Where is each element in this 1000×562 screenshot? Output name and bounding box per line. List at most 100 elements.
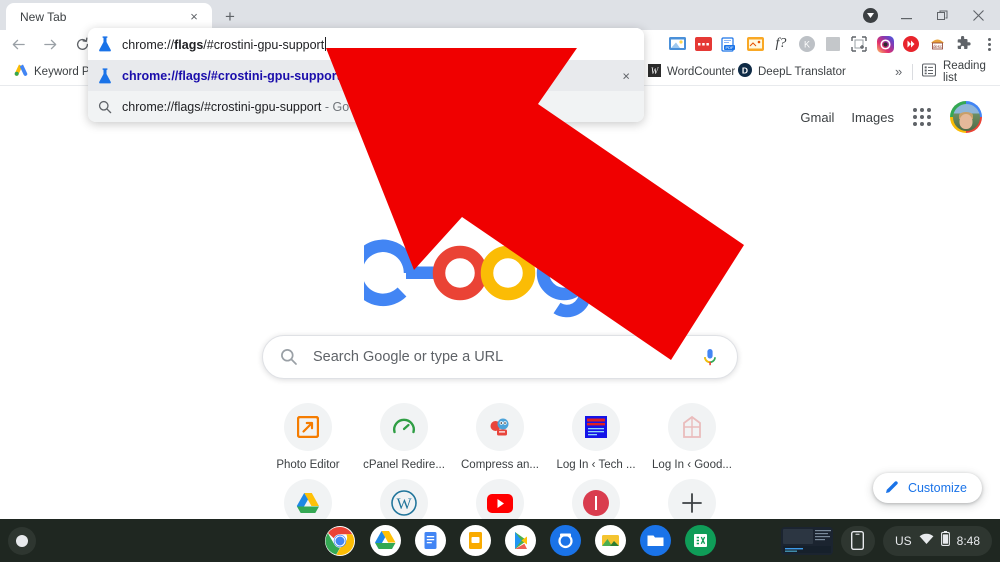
shortcut-label: Log In ‹ Tech ... bbox=[556, 459, 636, 471]
forward-button[interactable] bbox=[36, 30, 64, 58]
omnibox-input-row[interactable]: chrome://flags/#crostini-gpu-support bbox=[88, 28, 644, 60]
tab-strip: New Tab × + bbox=[0, 0, 1000, 30]
status-area[interactable]: US 8:48 bbox=[882, 525, 992, 556]
extension-toolbar: PDF f? K desc bbox=[664, 31, 976, 57]
omnibox-suggestion-row[interactable]: chrome://flags/#crostini-gpu-support × bbox=[88, 60, 644, 91]
google-docs-app-icon[interactable] bbox=[414, 525, 446, 557]
omnibox-suggestion-row[interactable]: chrome://flags/#crostini-gpu-support - G… bbox=[88, 91, 644, 122]
shortcut-tile[interactable]: Log In ‹ Good... bbox=[644, 395, 740, 471]
screencast-extension-icon[interactable] bbox=[664, 31, 690, 57]
minimize-window-button[interactable] bbox=[888, 0, 924, 30]
browser-tab[interactable]: New Tab × bbox=[6, 3, 212, 30]
microphone-icon[interactable] bbox=[701, 347, 719, 367]
search-icon bbox=[88, 100, 122, 114]
window-controls bbox=[852, 0, 996, 30]
camera-app-icon[interactable] bbox=[549, 525, 581, 557]
profile-indicator-button[interactable] bbox=[852, 0, 888, 30]
omnibox-suffix: /#crostini-gpu-support bbox=[203, 37, 325, 52]
shortcut-tile[interactable]: Compress an... bbox=[452, 395, 548, 471]
chevron-down-icon bbox=[862, 7, 878, 23]
maximize-window-button[interactable] bbox=[924, 0, 960, 30]
photo-editor-icon bbox=[284, 403, 332, 451]
dot bbox=[987, 37, 991, 41]
shelf-app-list bbox=[324, 525, 716, 562]
remove-suggestion-icon[interactable]: × bbox=[622, 68, 630, 83]
apps-grid-icon[interactable] bbox=[911, 106, 933, 128]
suggestion-text: chrome://flags/#crostini-gpu-support - G… bbox=[122, 100, 349, 114]
launcher-button[interactable] bbox=[8, 526, 36, 555]
clock-label: 8:48 bbox=[956, 533, 980, 548]
chromeos-desktop: New Tab × + PDF f? K desc Keyword Pla W … bbox=[0, 0, 1000, 562]
deepl-icon: D bbox=[738, 63, 752, 80]
desc-extension-icon[interactable]: desc bbox=[924, 31, 950, 57]
reading-list-label: Reading list bbox=[943, 59, 986, 84]
ntp-header: Gmail Images bbox=[800, 101, 982, 133]
shortcut-label: Compress an... bbox=[461, 459, 539, 471]
video-speed-extension-icon[interactable] bbox=[898, 31, 924, 57]
ntp-search-box[interactable]: Search Google or type a URL bbox=[262, 335, 738, 379]
play-store-app-icon[interactable] bbox=[504, 525, 536, 557]
google-sheets-app-icon[interactable] bbox=[684, 525, 716, 557]
pdf-converter-extension-icon[interactable]: PDF bbox=[716, 31, 742, 57]
bookmark-item-wordcounter[interactable]: W WordCounter bbox=[640, 60, 743, 84]
suggestion-suffix: - Go bbox=[321, 99, 350, 114]
gallery-app-icon[interactable] bbox=[594, 525, 626, 557]
suggestion-main: chrome://flags/#crostini-gpu-support bbox=[122, 99, 322, 114]
bookmark-label: DeepL Translator bbox=[758, 65, 846, 78]
goodlogin-icon bbox=[668, 403, 716, 451]
google-drive-app-icon[interactable] bbox=[369, 525, 401, 557]
instagram-extension-icon[interactable] bbox=[872, 31, 898, 57]
chrome-menu-button[interactable] bbox=[978, 31, 1000, 57]
avatar-image bbox=[952, 103, 980, 131]
tab-title: New Tab bbox=[20, 9, 67, 24]
shortcut-tile[interactable]: cPanel Redire... bbox=[356, 395, 452, 471]
svg-text:PDF: PDF bbox=[726, 45, 735, 50]
customize-button[interactable]: Customize bbox=[872, 473, 982, 503]
new-tab-button[interactable]: + bbox=[218, 5, 242, 29]
screenshot-capture-extension-icon[interactable] bbox=[846, 31, 872, 57]
images-link[interactable]: Images bbox=[851, 110, 894, 125]
dot bbox=[987, 42, 991, 46]
fontface-glyph: f? bbox=[775, 36, 787, 51]
omnibox-typed-text: chrome://flags/#crostini-gpu-support bbox=[122, 36, 327, 52]
shortcut-tile[interactable]: Log In ‹ Tech ... bbox=[548, 395, 644, 471]
svg-text:W: W bbox=[396, 496, 412, 513]
chrome-app-icon[interactable] bbox=[324, 525, 356, 562]
chromeos-shelf: US 8:48 bbox=[0, 519, 1000, 562]
cpanel-icon bbox=[380, 403, 428, 451]
shortcut-label: cPanel Redire... bbox=[363, 459, 445, 471]
kami-extension-icon[interactable]: K bbox=[794, 31, 820, 57]
shortcut-label: Log In ‹ Good... bbox=[652, 459, 732, 471]
new-tab-page: Gmail Images Search Google or type a URL… bbox=[0, 87, 1000, 527]
text-cursor bbox=[325, 36, 327, 51]
search-placeholder: Search Google or type a URL bbox=[313, 349, 504, 365]
note-extension-icon[interactable] bbox=[742, 31, 768, 57]
shortcut-label: Photo Editor bbox=[276, 459, 340, 471]
gmail-link[interactable]: Gmail bbox=[800, 110, 834, 125]
bookmarks-overflow-button[interactable]: » bbox=[887, 64, 910, 79]
divider bbox=[912, 64, 913, 80]
close-tab-icon[interactable]: × bbox=[186, 9, 202, 25]
svg-text:desc: desc bbox=[933, 44, 942, 49]
flask-icon bbox=[88, 36, 122, 52]
back-button[interactable] bbox=[4, 30, 32, 58]
flask-icon bbox=[88, 67, 122, 84]
customize-label: Customize bbox=[907, 481, 967, 495]
keyboard-layout-label: US bbox=[894, 533, 912, 548]
svg-text:D: D bbox=[742, 65, 748, 75]
close-window-button[interactable] bbox=[960, 0, 996, 30]
shortcut-tile[interactable]: Photo Editor bbox=[260, 395, 356, 471]
grey-square-extension-icon[interactable] bbox=[820, 31, 846, 57]
wordcounter-icon: W bbox=[648, 63, 661, 80]
bookmark-item-deepl[interactable]: D DeepL Translator bbox=[730, 60, 854, 84]
phone-hub-icon[interactable] bbox=[840, 525, 875, 556]
fontface-ninja-extension-icon[interactable]: f? bbox=[768, 31, 794, 57]
google-slides-app-icon[interactable] bbox=[459, 525, 491, 557]
reading-list-button[interactable]: Reading list bbox=[916, 60, 1000, 84]
window-preview-thumbnail[interactable] bbox=[780, 526, 833, 555]
files-app-icon[interactable] bbox=[639, 525, 671, 557]
avatar[interactable] bbox=[950, 101, 982, 133]
svg-text:K: K bbox=[804, 40, 810, 50]
puzzle-extensions-icon[interactable] bbox=[950, 31, 976, 57]
wordcounter-red-extension-icon[interactable] bbox=[690, 31, 716, 57]
